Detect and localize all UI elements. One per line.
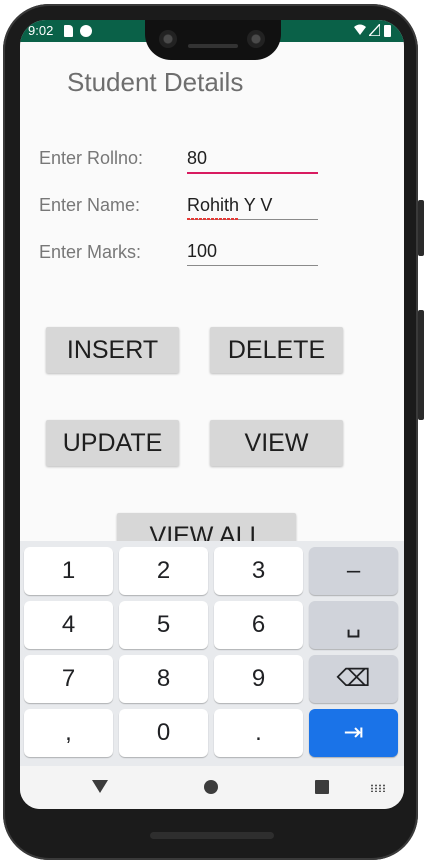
key-minus[interactable]: – [309,547,398,595]
insert-button[interactable]: INSERT [46,327,179,373]
key-0[interactable]: 0 [119,709,208,757]
update-button[interactable]: UPDATE [46,420,179,466]
key-3[interactable]: 3 [214,547,303,595]
back-icon[interactable] [92,780,108,793]
earpiece-speaker [188,44,238,48]
name-label: Enter Name: [39,195,141,215]
rollno-input[interactable] [187,144,318,174]
spellcheck-underline [187,218,239,220]
marks-label: Enter Marks: [39,242,142,262]
key-6[interactable]: 6 [214,601,303,649]
bottom-speaker [150,832,274,839]
power-button [418,200,424,256]
status-time: 9:02 [28,23,54,38]
front-camera-icon [159,30,177,48]
numeric-keyboard: 1 2 3 – 4 5 6 ␣ 7 8 9 ⌫ , 0 . ⇥ [20,541,404,766]
key-8[interactable]: 8 [119,655,208,703]
key-7[interactable]: 7 [24,655,113,703]
space-key-icon[interactable]: ␣ [309,601,398,649]
marks-input[interactable] [187,237,318,266]
view-button[interactable]: VIEW [210,420,343,466]
rollno-label: Enter Rollno: [39,148,144,168]
wifi-icon [354,24,366,37]
key-1[interactable]: 1 [24,547,113,595]
delete-button[interactable]: DELETE [210,327,343,373]
battery-icon [384,25,391,37]
keyboard-switch-icon[interactable] [370,784,386,792]
next-key-icon[interactable]: ⇥ [309,709,398,757]
front-camera-icon [247,30,265,48]
key-4[interactable]: 4 [24,601,113,649]
google-play-icon [80,25,92,37]
phone-screen: 9:02 Student Details Enter Rollno: Enter… [20,20,404,809]
signal-icon [367,22,381,37]
navigation-bar [20,766,404,809]
page-title: Student Details [67,67,244,97]
volume-button [418,310,424,420]
key-period[interactable]: . [214,709,303,757]
name-input[interactable] [187,191,318,220]
key-9[interactable]: 9 [214,655,303,703]
key-5[interactable]: 5 [119,601,208,649]
key-2[interactable]: 2 [119,547,208,595]
home-icon[interactable] [204,780,218,794]
recents-icon[interactable] [315,780,329,794]
key-comma[interactable]: , [24,709,113,757]
backspace-key-icon[interactable]: ⌫ [309,655,398,703]
sd-card-icon [64,25,73,37]
